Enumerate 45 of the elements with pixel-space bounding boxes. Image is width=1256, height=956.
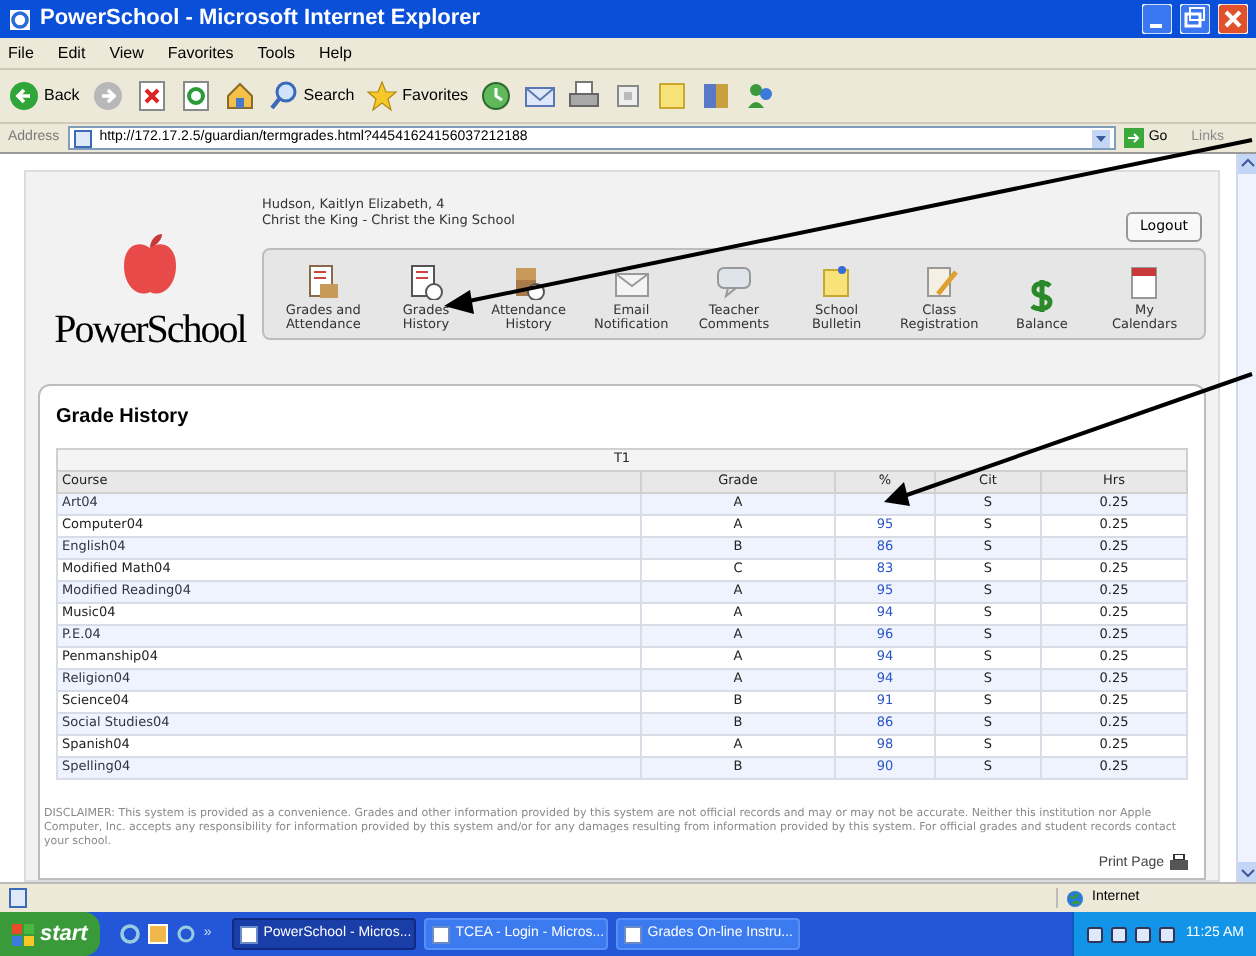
apple-logo-icon	[120, 232, 180, 300]
toolbar-button[interactable]: Favorites	[366, 80, 469, 112]
people-icon[interactable]	[744, 80, 777, 112]
menu-item[interactable]: Favorites	[167, 41, 234, 65]
window-icon	[431, 925, 450, 943]
menu-item[interactable]: File	[8, 41, 34, 65]
book-icon[interactable]	[700, 80, 733, 112]
stop-icon[interactable]	[135, 80, 168, 112]
dropdown-arrow-icon	[1092, 129, 1111, 147]
scroll-down-icon	[1238, 862, 1256, 882]
printer-icon	[1170, 854, 1188, 873]
speech-bubble-icon	[715, 264, 752, 300]
calendar-icon	[1126, 264, 1163, 300]
chair-clock-icon	[510, 264, 547, 300]
window-icon	[623, 925, 642, 943]
clock-icon[interactable]	[480, 80, 513, 112]
window-icon	[239, 925, 258, 943]
page-icon	[73, 129, 92, 147]
gradebook-clock-icon	[407, 264, 444, 300]
printer-icon[interactable]	[568, 80, 601, 112]
scroll-pencil-icon	[921, 264, 958, 300]
page-icon	[8, 888, 28, 908]
home-icon[interactable]	[223, 80, 256, 112]
globe-icon	[1066, 889, 1084, 907]
logo-text: PowerSchool	[54, 308, 246, 352]
gradebook-icon	[305, 264, 342, 300]
page-heading: Grade History	[56, 404, 191, 432]
toolbar-button[interactable]: Search	[267, 80, 355, 112]
go-arrow-icon	[1124, 128, 1145, 148]
window-title: PowerSchool - Microsoft Internet Explorer	[40, 4, 483, 35]
sticky-note-icon	[818, 264, 855, 300]
page-icon[interactable]	[612, 80, 645, 112]
menu-item[interactable]: Tools	[257, 41, 295, 65]
toolbar-button[interactable]: Back	[8, 80, 80, 112]
restore-icon[interactable]	[1180, 4, 1210, 34]
windows-logo-icon	[12, 923, 34, 945]
menu-item[interactable]: View	[109, 41, 144, 65]
menu-item[interactable]: Edit	[57, 41, 86, 65]
star-icon	[366, 80, 399, 112]
close-icon[interactable]	[1218, 4, 1248, 34]
start-button[interactable]: start	[0, 912, 100, 956]
minimize-icon[interactable]	[1142, 4, 1172, 34]
scroll-up-icon	[1238, 154, 1256, 174]
menu-item[interactable]: Help	[318, 41, 352, 65]
scrollbar[interactable]	[1236, 154, 1256, 882]
